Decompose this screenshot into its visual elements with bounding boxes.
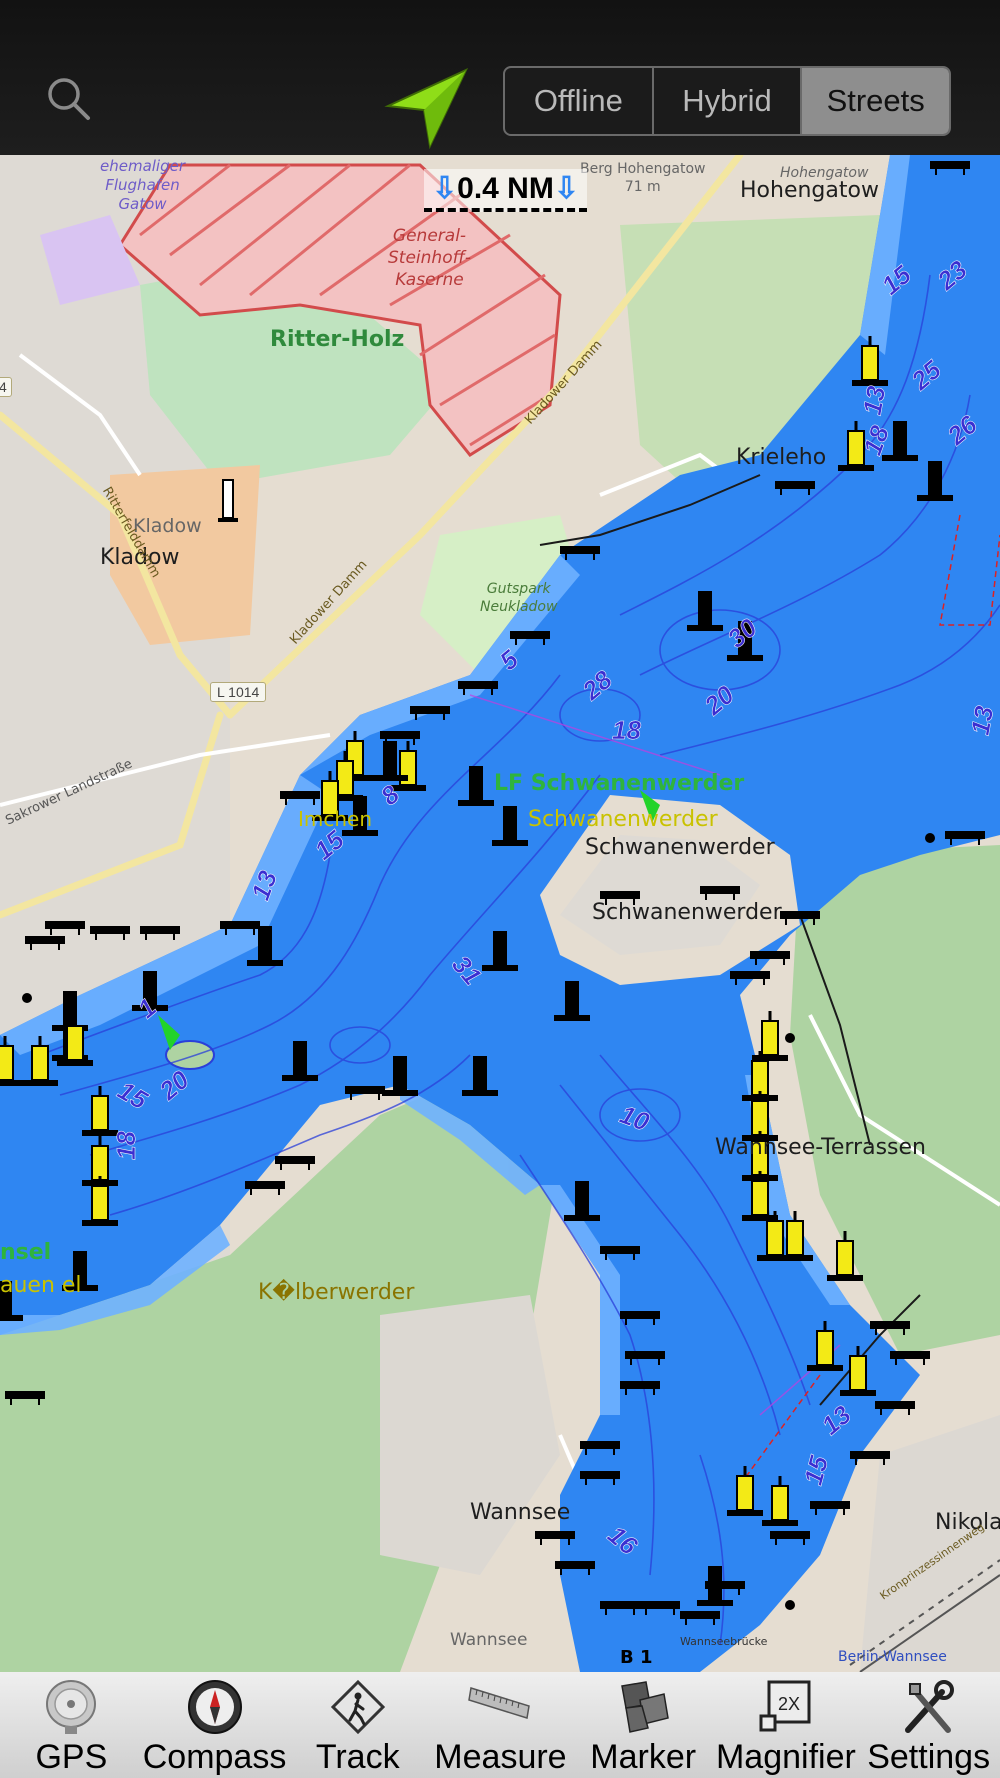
gps-label: GPS bbox=[35, 1738, 108, 1776]
current-location-button[interactable] bbox=[384, 66, 469, 150]
pfaueninsel-label-1: nsel bbox=[0, 1240, 52, 1265]
magnifier-icon: 2X bbox=[759, 1680, 811, 1732]
settings-button[interactable]: Settings bbox=[857, 1672, 1000, 1778]
depth-label: 13 bbox=[964, 703, 1000, 738]
schwanenwerder-label-1: Schwanenwerder bbox=[585, 835, 775, 860]
wannseebruecke-label: Wannseebrücke bbox=[680, 1635, 768, 1648]
schwanenwerder-label-2: Schwanenwerder bbox=[592, 900, 782, 925]
wannsee-label-1: Wannsee bbox=[470, 1500, 571, 1525]
settings-label: Settings bbox=[867, 1738, 991, 1776]
gutspark-label: Gutspark Neukladow bbox=[480, 581, 558, 615]
scale-left-arrow-icon: ⇩ bbox=[432, 172, 458, 205]
kladow-small-label: Kladow bbox=[133, 515, 202, 537]
wannsee-label-2: Wannsee bbox=[450, 1630, 528, 1650]
offline-mode-button[interactable]: Offline bbox=[505, 68, 654, 134]
marker-label: Marker bbox=[590, 1738, 697, 1776]
kaelberwerder-label: K�lberwerder bbox=[258, 1280, 415, 1305]
search-button[interactable] bbox=[44, 74, 94, 124]
depth-label: 18 bbox=[110, 1131, 142, 1160]
chart-map[interactable]: ehemaliger Flughafen Gatow General- Steinho… bbox=[0, 155, 1000, 1672]
track-button[interactable]: Track bbox=[286, 1672, 429, 1778]
berg-label: Berg Hohengatow 71 m bbox=[580, 161, 706, 195]
road-b1-label: B 1 bbox=[620, 1647, 653, 1668]
wannsee-terrassen-label: Wannsee-Terrassen bbox=[715, 1135, 926, 1160]
gps-button[interactable]: GPS bbox=[0, 1672, 143, 1778]
imchen-label: Imchen bbox=[298, 807, 373, 831]
road-badge-4: 4 bbox=[0, 377, 12, 397]
airport-label: ehemaliger Flughafen Gatow bbox=[100, 157, 186, 213]
compass-button[interactable]: Compass bbox=[142, 1672, 287, 1778]
gps-icon bbox=[46, 1680, 97, 1734]
compass-icon bbox=[187, 1680, 242, 1734]
lf-schwanenwerder-label: LF Schwanenwerder bbox=[494, 771, 745, 796]
magnifier-badge: 2X bbox=[778, 1694, 800, 1714]
location-arrow-icon bbox=[384, 67, 469, 150]
kaserne-label: General- Steinhoff- Kaserne bbox=[388, 226, 471, 290]
tools-icon bbox=[904, 1680, 954, 1733]
depth-label: 13 bbox=[856, 383, 892, 418]
ruler-icon bbox=[468, 1687, 531, 1719]
bottom-toolbar: GPS Compass Track Measure Marker 2X Magn… bbox=[0, 1672, 1000, 1778]
streets-mode-button[interactable]: Streets bbox=[802, 68, 949, 134]
track-icon bbox=[330, 1679, 385, 1735]
scale-right-arrow-icon: ⇩ bbox=[553, 172, 579, 205]
compass-label: Compass bbox=[142, 1738, 287, 1776]
scale-bar: ⇩0.4 NM⇩ bbox=[424, 169, 587, 212]
measure-button[interactable]: Measure bbox=[429, 1672, 572, 1778]
road-l1014-badge: L 1014 bbox=[210, 682, 267, 702]
magnifier-label: Magnifier bbox=[715, 1738, 856, 1776]
measure-label: Measure bbox=[434, 1738, 567, 1776]
depth-label: 18 bbox=[612, 715, 641, 746]
pfaueninsel-label-2: auen el bbox=[0, 1273, 82, 1298]
track-label: Track bbox=[315, 1738, 400, 1776]
navigation-markers bbox=[0, 160, 986, 1626]
marker-icon bbox=[621, 1681, 670, 1733]
top-bar: Offline Hybrid Streets bbox=[0, 0, 1000, 155]
hybrid-mode-button[interactable]: Hybrid bbox=[654, 68, 803, 134]
search-icon bbox=[48, 78, 90, 120]
marker-button[interactable]: Marker bbox=[572, 1672, 715, 1778]
magnifier-button[interactable]: 2X Magnifier bbox=[715, 1672, 858, 1778]
berlin-wannsee-label: Berlin-Wannsee bbox=[838, 1649, 947, 1665]
hohengatow-label: Hohengatow bbox=[740, 178, 879, 203]
scale-value: 0.4 NM bbox=[457, 172, 554, 205]
map-mode-segmented-control: Offline Hybrid Streets bbox=[503, 66, 951, 136]
krieleho-label: Krieleho bbox=[736, 445, 827, 470]
ritter-holz-label: Ritter-Holz bbox=[270, 327, 405, 352]
schwanenwerder-yellow-label: Schwanenwerder bbox=[528, 807, 718, 832]
